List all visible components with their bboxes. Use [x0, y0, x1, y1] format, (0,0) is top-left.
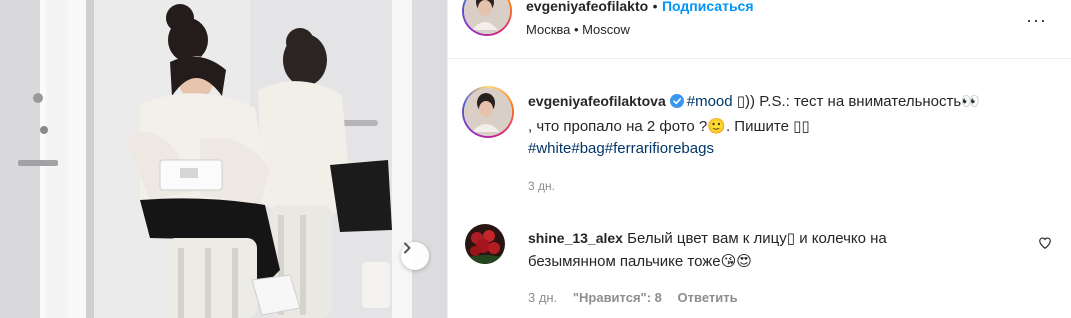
caption-author-avatar[interactable] [462, 86, 514, 138]
comment-text-3: безымянном пальчике тоже [528, 253, 721, 270]
reply-button[interactable]: Ответить [678, 290, 738, 305]
commenter-username[interactable]: shine_13_alex [528, 230, 623, 246]
caption-text-2: , что пропало на 2 фото ? [528, 118, 708, 135]
heart-eyes-emoji: 😍 [736, 252, 752, 270]
hashtag-white[interactable]: #white [528, 140, 571, 157]
follow-button[interactable]: Подписаться [662, 0, 754, 14]
next-photo-button[interactable] [401, 242, 429, 270]
author-username[interactable]: evgeniyafeofilakto [526, 0, 648, 14]
eyes-emoji: 👀 [961, 92, 980, 110]
instagram-post-view: evgeniyafeofilakto • Подписаться Москва … [0, 0, 1071, 318]
heart-icon[interactable] [1038, 236, 1052, 255]
separator-dot: • [652, 0, 658, 14]
hashtag-mood[interactable]: #mood [687, 93, 733, 110]
author-avatar[interactable] [462, 0, 512, 36]
comment-time[interactable]: 3 дн. [528, 290, 557, 305]
unknown-emoji-box: ▯ [786, 229, 796, 247]
caption-username[interactable]: evgeniyafeofilaktova [528, 93, 666, 109]
caption-time[interactable]: 3 дн. [528, 179, 555, 193]
comment-likes[interactable]: "Нравится": 8 [573, 290, 662, 305]
photo-illustration [0, 0, 447, 318]
unknown-emoji-boxes: ▯▯ [793, 117, 810, 135]
commenter-avatar[interactable] [465, 224, 505, 264]
kiss-emoji: 😘 [720, 252, 737, 270]
caption-text-1: )) P.S.: тест на внимательность [745, 93, 962, 110]
comment-text-2: и колечко на [795, 230, 887, 247]
avatar-image [464, 88, 508, 132]
hashtag-bag[interactable]: #bag [571, 140, 604, 157]
comment-meta: 3 дн. "Нравится": 8 Ответить [528, 290, 750, 305]
chevron-right-icon [404, 242, 411, 254]
comment-text-1: Белый цвет вам к лицу [627, 230, 787, 247]
post-header: evgeniyafeofilakto • Подписаться Москва … [448, 0, 1071, 59]
verified-badge-icon [669, 93, 684, 115]
smile-emoji: 🙂 [707, 117, 726, 135]
avatar-image [464, 0, 506, 30]
post-caption: evgeniyafeofilaktova #mood ▯)) P.S.: тест… [528, 90, 1038, 160]
hashtag-ferrarifiorebags[interactable]: #ferrarifiorebags [605, 140, 714, 157]
avatar-image [465, 224, 505, 264]
more-icon[interactable]: ··· [1026, 10, 1047, 31]
caption-text-3: . Пишите [725, 118, 794, 135]
comment-body: shine_13_alex Белый цвет вам к лицу▯ и к… [528, 227, 1008, 273]
header-title-row: evgeniyafeofilakto • Подписаться [526, 0, 754, 16]
unknown-emoji-box: ▯ [736, 92, 746, 110]
post-photo[interactable] [0, 0, 447, 318]
post-location[interactable]: Москва • Moscow [526, 22, 630, 37]
